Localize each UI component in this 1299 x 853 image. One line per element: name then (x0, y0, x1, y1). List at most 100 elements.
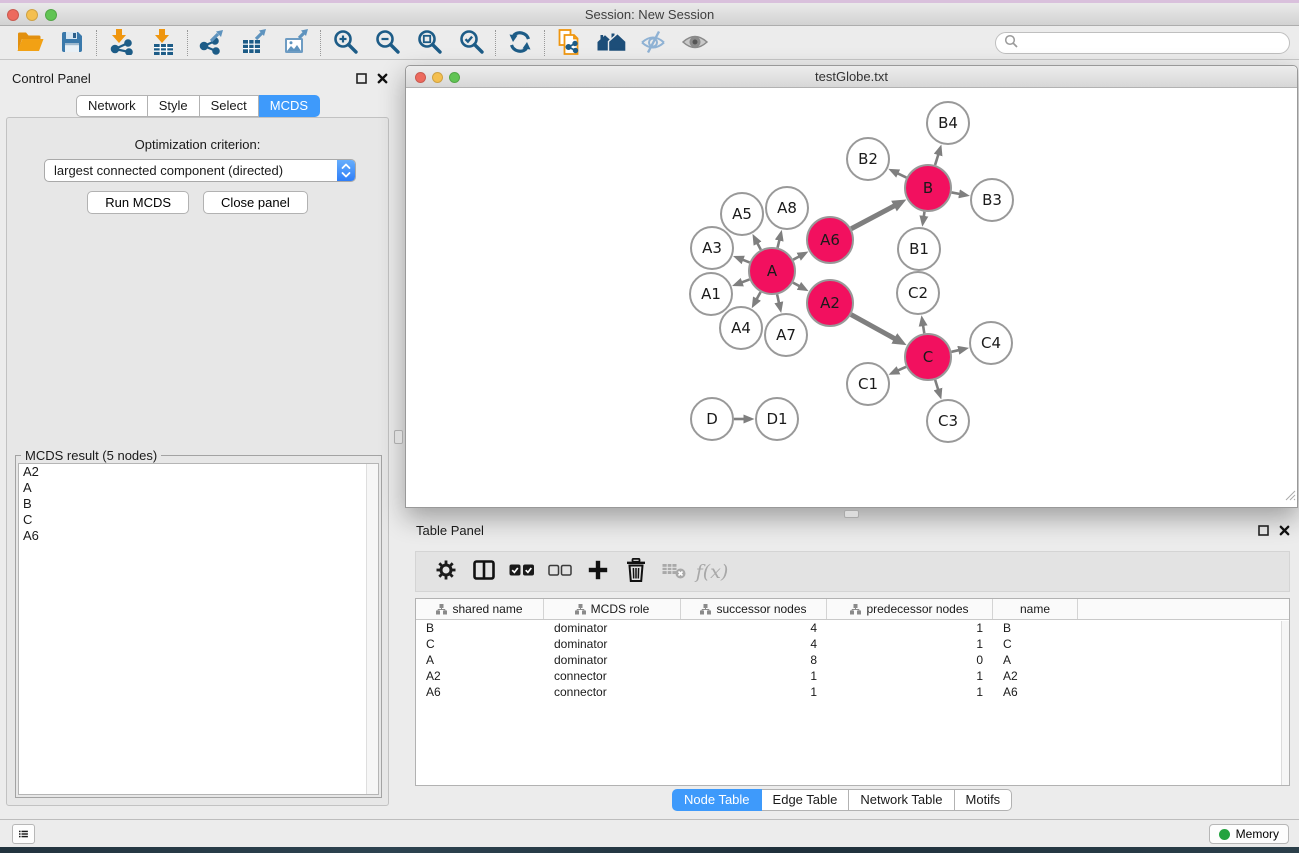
graph-node-B[interactable]: B (905, 165, 951, 211)
zoom-out-button[interactable] (366, 28, 408, 58)
graph-node-A7[interactable]: A7 (765, 314, 807, 356)
tab-node-table[interactable]: Node Table (672, 789, 762, 811)
run-mcds-button[interactable]: Run MCDS (87, 191, 189, 214)
task-history-button[interactable] (12, 824, 35, 844)
graph-node-A8[interactable]: A8 (766, 187, 808, 229)
delete-table-button[interactable] (655, 556, 693, 588)
result-list-item[interactable]: B (19, 496, 378, 512)
graph-node-B4[interactable]: B4 (927, 102, 969, 144)
column-header-successor-nodes[interactable]: successor nodes (681, 599, 827, 619)
table-row[interactable]: Cdominator41C (416, 636, 1289, 652)
graph-node-B3[interactable]: B3 (971, 179, 1013, 221)
delete-column-button[interactable] (617, 556, 655, 588)
refresh-button[interactable] (499, 28, 541, 58)
export-network-button[interactable] (191, 28, 233, 58)
show-eye-button[interactable] (674, 28, 716, 58)
graph-node-A6[interactable]: A6 (807, 217, 853, 263)
hide-eye-button[interactable] (632, 28, 674, 58)
function-builder-button[interactable]: f(x) (693, 556, 731, 588)
import-network-button[interactable] (100, 28, 142, 58)
tab-network-table[interactable]: Network Table (849, 789, 954, 811)
select-all-button[interactable] (503, 556, 541, 588)
graph-node-A[interactable]: A (749, 248, 795, 294)
graph-node-C[interactable]: C (905, 334, 951, 380)
homes-button[interactable] (590, 28, 632, 58)
network-window-title: testGlobe.txt (406, 69, 1297, 84)
settings-button[interactable] (427, 556, 465, 588)
graph-node-C4[interactable]: C4 (970, 322, 1012, 364)
clone-network-button[interactable] (548, 28, 590, 58)
result-list-scrollbar[interactable] (366, 464, 378, 794)
node-table[interactable]: shared nameMCDS rolesuccessor nodesprede… (415, 598, 1290, 786)
graph-node-D1[interactable]: D1 (756, 398, 798, 440)
search-input[interactable] (1023, 35, 1281, 51)
tab-motifs[interactable]: Motifs (955, 789, 1013, 811)
float-icon (1258, 525, 1269, 536)
close-panel-action-button[interactable]: Close panel (203, 191, 308, 214)
memory-button[interactable]: Memory (1209, 824, 1289, 844)
columns-button[interactable] (465, 556, 503, 588)
zoom-in-button[interactable] (324, 28, 366, 58)
tab-network[interactable]: Network (76, 95, 148, 117)
result-list-item[interactable]: C (19, 512, 378, 528)
deselect-all-button[interactable] (541, 556, 579, 588)
edge-A-A4 (756, 292, 760, 300)
table-close-panel-button[interactable] (1278, 524, 1290, 536)
table-row[interactable]: Adominator80A (416, 652, 1289, 668)
graph-node-B2[interactable]: B2 (847, 138, 889, 180)
export-image-button[interactable] (275, 28, 317, 58)
search-box[interactable] (995, 32, 1290, 54)
memory-status-icon (1219, 829, 1230, 840)
table-cell: connector (544, 668, 681, 684)
column-header-name[interactable]: name (993, 599, 1078, 619)
graph-node-A4[interactable]: A4 (720, 307, 762, 349)
horizontal-splitter-handle[interactable] (844, 510, 859, 518)
close-panel-button[interactable] (376, 72, 388, 84)
graph-node-D[interactable]: D (691, 398, 733, 440)
svg-text:A4: A4 (731, 319, 751, 337)
result-list-item[interactable]: A2 (19, 464, 378, 480)
zoom-fit-button[interactable] (408, 28, 450, 58)
graph-node-A2[interactable]: A2 (807, 280, 853, 326)
main-titlebar[interactable]: Session: New Session (0, 3, 1299, 26)
mcds-result-title: MCDS result (5 nodes) (21, 448, 161, 463)
open-session-button[interactable] (9, 28, 51, 58)
tab-style[interactable]: Style (148, 95, 200, 117)
result-list-item[interactable]: A (19, 480, 378, 496)
vertical-splitter-handle[interactable] (394, 430, 403, 444)
tab-mcds[interactable]: MCDS (259, 95, 320, 117)
result-list-item[interactable]: A6 (19, 528, 378, 544)
graph-node-C3[interactable]: C3 (927, 400, 969, 442)
column-header-shared-name[interactable]: shared name (416, 599, 544, 619)
export-table-button[interactable] (233, 28, 275, 58)
save-session-button[interactable] (51, 28, 93, 58)
import-table-button[interactable] (142, 28, 184, 58)
table-row[interactable]: A6connector11A6 (416, 684, 1289, 700)
column-header-MCDS-role[interactable]: MCDS role (544, 599, 681, 619)
svg-text:C2: C2 (908, 284, 928, 302)
network-window-titlebar[interactable]: testGlobe.txt (406, 66, 1297, 88)
graph-node-C2[interactable]: C2 (897, 272, 939, 314)
graph-node-C1[interactable]: C1 (847, 363, 889, 405)
add-column-button[interactable] (579, 556, 617, 588)
tab-edge-table[interactable]: Edge Table (762, 789, 850, 811)
graph-node-A1[interactable]: A1 (690, 273, 732, 315)
table-scrollbar[interactable] (1281, 621, 1289, 785)
table-float-panel-button[interactable] (1257, 524, 1269, 536)
zoom-selected-button[interactable] (450, 28, 492, 58)
table-row[interactable]: Bdominator41B (416, 620, 1289, 636)
resize-grip[interactable] (1283, 488, 1296, 506)
column-header-predecessor-nodes[interactable]: predecessor nodes (827, 599, 993, 619)
network-canvas[interactable]: B4 B2 B B3 A8A5 A6 A3 B1 A C2 A1 A2 A4 A7 C4 C C1 C3 D D1 (406, 89, 1297, 507)
refresh-icon (507, 29, 533, 58)
network-view-window[interactable]: testGlobe.txt B4 B2 B B3 A8A5 A6 A3 B1 A C2 A1 A2 A4… (405, 65, 1298, 508)
graph-node-A3[interactable]: A3 (691, 227, 733, 269)
table-row[interactable]: A2connector11A2 (416, 668, 1289, 684)
graph-node-A5[interactable]: A5 (721, 193, 763, 235)
svg-text:D1: D1 (766, 410, 787, 428)
graph-node-B1[interactable]: B1 (898, 228, 940, 270)
optimization-select[interactable]: largest connected component (directed) (44, 159, 356, 182)
float-panel-button[interactable] (355, 72, 367, 84)
mcds-result-list[interactable]: A2ABCA6 (18, 463, 379, 795)
tab-select[interactable]: Select (200, 95, 259, 117)
